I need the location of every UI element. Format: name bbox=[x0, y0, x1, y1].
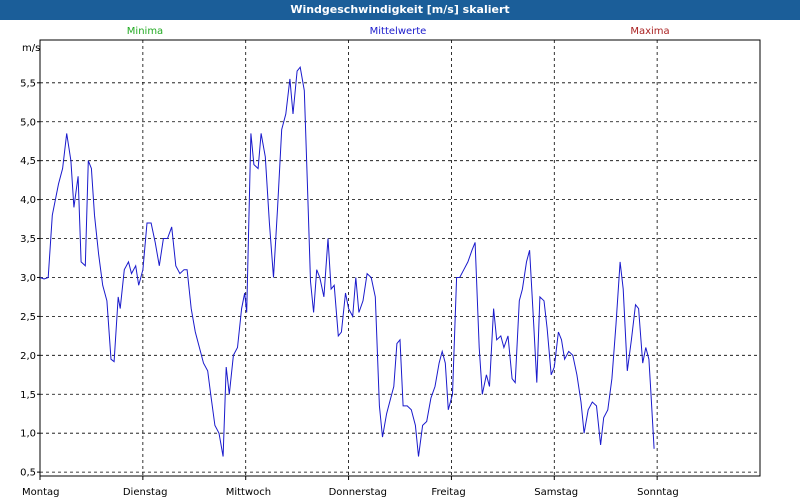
chart: 0,5 1,0 1,5 2,0 2,5 3,0 3,5 4,0 4,5 5,0 5,5 Montag… bbox=[20, 26, 761, 498]
y-tick-label: 5,5 bbox=[20, 78, 36, 89]
x-tick-label-day: Montag bbox=[22, 487, 59, 498]
x-tick-label-day: Samstag bbox=[534, 487, 578, 498]
chart-title: Windgeschwindigkeit [m/s] skaliert bbox=[0, 0, 800, 20]
legend-entry-mittelwerte: Mittelwerte bbox=[370, 26, 427, 37]
y-tick-label: 2,0 bbox=[20, 351, 36, 362]
x-tick-label-day: Sonntag bbox=[637, 487, 679, 498]
x-tick-label-day: Freitag bbox=[431, 487, 465, 498]
legend-entry-minima: Minima bbox=[127, 26, 163, 37]
y-tick-label: 5,0 bbox=[20, 117, 36, 128]
y-tick-label: 4,5 bbox=[20, 156, 36, 167]
y-axis: 0,5 1,0 1,5 2,0 2,5 3,0 3,5 4,0 4,5 5,0 5,5 bbox=[20, 78, 40, 479]
legend-entry-maxima: Maxima bbox=[630, 26, 669, 37]
y-tick-label: 2,5 bbox=[20, 312, 36, 323]
y-tick-label: 4,0 bbox=[20, 195, 36, 206]
y-tick-label: 1,0 bbox=[20, 429, 36, 440]
y-tick-label: 1,5 bbox=[20, 390, 36, 401]
series-line-mittelwerte bbox=[39, 66, 655, 457]
x-tick-label-day: Mittwoch bbox=[226, 487, 271, 498]
y-axis-label: m/s bbox=[22, 43, 40, 54]
y-tick-label: 3,0 bbox=[20, 273, 36, 284]
x-tick-label-day: Donnerstag bbox=[329, 487, 387, 498]
x-tick-label-day: Dienstag bbox=[123, 487, 168, 498]
y-tick-label: 0,5 bbox=[20, 468, 36, 479]
x-axis: Montag30.05.16Dienstag31.05.16Mittwoch01… bbox=[22, 476, 679, 498]
legend: Minima Mittelwerte Maxima bbox=[127, 26, 670, 37]
y-tick-label: 3,5 bbox=[20, 234, 36, 245]
